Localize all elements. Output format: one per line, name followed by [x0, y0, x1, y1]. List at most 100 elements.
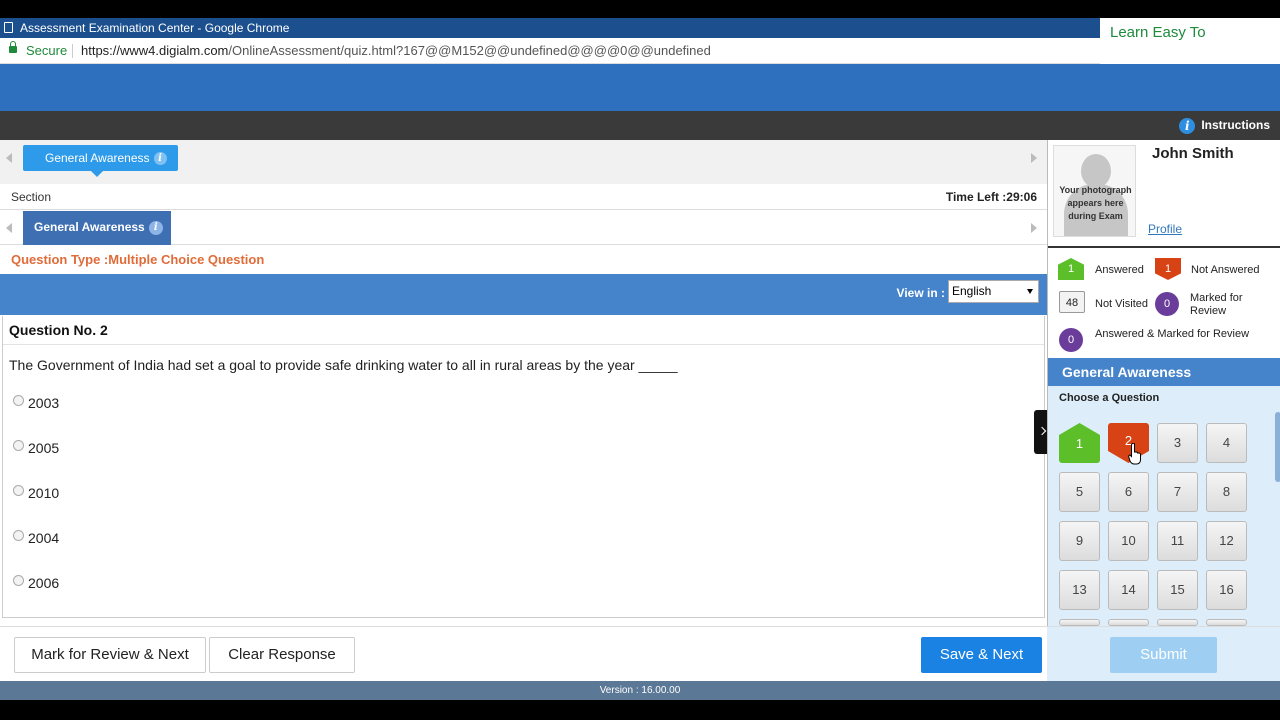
- section-tab-general-awareness[interactable]: General Awareness i: [23, 145, 178, 177]
- option-label: 2006: [28, 575, 60, 591]
- section-row: Section Time Left :29:06: [0, 184, 1047, 210]
- instructions-bar: i Instructions: [0, 111, 1280, 140]
- address-bar[interactable]: Secure https://www4.digialm.com/OnlineAs…: [0, 38, 1100, 64]
- question-button-6[interactable]: 6: [1108, 472, 1149, 512]
- collapse-panel-handle[interactable]: [1034, 410, 1048, 454]
- question-button-1[interactable]: 1: [1059, 423, 1100, 463]
- not-visited-count-icon: 48: [1059, 291, 1085, 313]
- divider: [3, 344, 1044, 345]
- question-button-13[interactable]: 13: [1059, 570, 1100, 610]
- question-button-3[interactable]: 3: [1157, 423, 1198, 463]
- option-label: 2010: [28, 485, 60, 501]
- option-label: 2004: [28, 530, 60, 546]
- submit-button[interactable]: Submit: [1110, 637, 1217, 673]
- subsection-tabs-bar: General Awareness i: [0, 211, 1047, 245]
- question-number: Question No. 2: [9, 322, 108, 338]
- marked-review-count-icon: 0: [1155, 292, 1179, 316]
- photo-placeholder-text: Your photograph appears here during Exam: [1059, 185, 1132, 221]
- option-radio[interactable]: [13, 530, 24, 541]
- save-next-button[interactable]: Save & Next: [921, 637, 1042, 673]
- profile-link[interactable]: Profile: [1148, 222, 1182, 236]
- option-radio[interactable]: [13, 575, 24, 586]
- marked-review-label: Marked for Review: [1190, 292, 1243, 317]
- option-5[interactable]: 2006: [13, 573, 59, 593]
- option-3[interactable]: 2010: [13, 483, 59, 503]
- question-button-partial[interactable]: [1108, 619, 1149, 626]
- option-radio[interactable]: [13, 440, 24, 451]
- answered-count-icon: 1: [1058, 258, 1084, 280]
- lock-icon: [9, 41, 17, 53]
- question-button-8[interactable]: 8: [1206, 472, 1247, 512]
- question-button-16[interactable]: 16: [1206, 570, 1247, 610]
- answered-marked-label: Answered & Marked for Review: [1095, 328, 1250, 340]
- time-left: Time Left :29:06: [945, 190, 1037, 204]
- palette-section-title: General Awareness: [1048, 358, 1280, 386]
- question-button-14[interactable]: 14: [1108, 570, 1149, 610]
- avatar-head: [1081, 154, 1111, 188]
- question-text: The Government of India had set a goal t…: [9, 357, 678, 373]
- question-button-10[interactable]: 10: [1108, 521, 1149, 561]
- option-2[interactable]: 2005: [13, 438, 59, 458]
- scroll-right-arrow-icon[interactable]: [1031, 223, 1037, 233]
- exam-window: Assessment Examination Center - Google C…: [0, 0, 1280, 720]
- question-button-partial[interactable]: [1157, 619, 1198, 626]
- option-radio[interactable]: [13, 485, 24, 496]
- question-button-15[interactable]: 15: [1157, 570, 1198, 610]
- option-label: 2005: [28, 440, 60, 456]
- question-button-5[interactable]: 5: [1059, 472, 1100, 512]
- screen-bottom-border: [0, 700, 1280, 720]
- mark-review-next-button[interactable]: Mark for Review & Next: [14, 637, 206, 673]
- question-button-4[interactable]: 4: [1206, 423, 1247, 463]
- answered-label: Answered: [1095, 264, 1144, 276]
- subsection-tab-general-awareness[interactable]: General Awareness i: [23, 211, 171, 245]
- answered-marked-count-icon: 0: [1059, 328, 1083, 352]
- question-palette: Choose a Question 1 2 3 4 5 6 7 8 9 10 1…: [1048, 386, 1280, 626]
- question-area: General Awareness i Section Time Left :29…: [0, 140, 1047, 626]
- info-icon[interactable]: i: [148, 220, 163, 235]
- language-select[interactable]: English: [948, 280, 1039, 303]
- question-button-partial[interactable]: [1059, 619, 1100, 626]
- hand-cursor-icon: [1128, 443, 1141, 465]
- not-visited-label: Not Visited: [1095, 298, 1148, 310]
- question-panel: Question No. 2 The Government of India h…: [2, 316, 1045, 618]
- dropdown-caret-icon: [1027, 289, 1033, 294]
- question-button-12[interactable]: 12: [1206, 521, 1247, 561]
- palette-scrollbar[interactable]: [1275, 412, 1280, 482]
- version-footer: Version : 16.00.00: [0, 681, 1280, 700]
- question-button-partial[interactable]: [1206, 619, 1247, 626]
- scroll-left-arrow-icon[interactable]: [6, 223, 12, 233]
- option-1[interactable]: 2003: [13, 393, 59, 413]
- url-path: /OnlineAssessment/quiz.html?167@@M152@@u…: [228, 43, 711, 58]
- action-bar: Mark for Review & Next Clear Response Sa…: [0, 626, 1280, 682]
- scroll-left-arrow-icon[interactable]: [6, 153, 12, 163]
- option-4[interactable]: 2004: [13, 528, 59, 548]
- browser-title: Assessment Examination Center - Google C…: [20, 21, 290, 35]
- option-label: 2003: [28, 395, 60, 411]
- question-button-11[interactable]: 11: [1157, 521, 1198, 561]
- submit-area: Submit: [1047, 627, 1280, 682]
- not-answered-label: Not Answered: [1191, 264, 1260, 276]
- candidate-panel: Your photograph appears here during Exam…: [1047, 140, 1280, 626]
- question-button-9[interactable]: 9: [1059, 521, 1100, 561]
- candidate-name: John Smith: [1152, 145, 1234, 162]
- language-selected: English: [952, 284, 992, 298]
- screen-top-border: [0, 0, 1280, 18]
- question-button-7[interactable]: 7: [1157, 472, 1198, 512]
- scroll-right-arrow-icon[interactable]: [1031, 153, 1037, 163]
- view-in-bar: View in : English: [0, 274, 1047, 315]
- page-icon: [4, 22, 13, 33]
- info-icon[interactable]: i: [153, 152, 167, 166]
- info-icon: i: [1179, 117, 1196, 134]
- url-text[interactable]: https://www4.digialm.com/OnlineAssessmen…: [81, 38, 711, 64]
- section-label: Section: [11, 190, 52, 204]
- not-answered-count-icon: 1: [1155, 258, 1181, 280]
- instructions-label: Instructions: [1201, 118, 1270, 132]
- section-tab-label: General Awareness: [45, 151, 150, 165]
- subsection-tab-label: General Awareness: [34, 220, 145, 234]
- instructions-link[interactable]: i Instructions: [1179, 117, 1270, 134]
- clear-response-button[interactable]: Clear Response: [209, 637, 355, 673]
- option-radio[interactable]: [13, 395, 24, 406]
- secure-label: Secure: [26, 43, 68, 58]
- exam-header-banner: [0, 64, 1280, 111]
- question-type: Question Type :Multiple Choice Question: [11, 252, 265, 267]
